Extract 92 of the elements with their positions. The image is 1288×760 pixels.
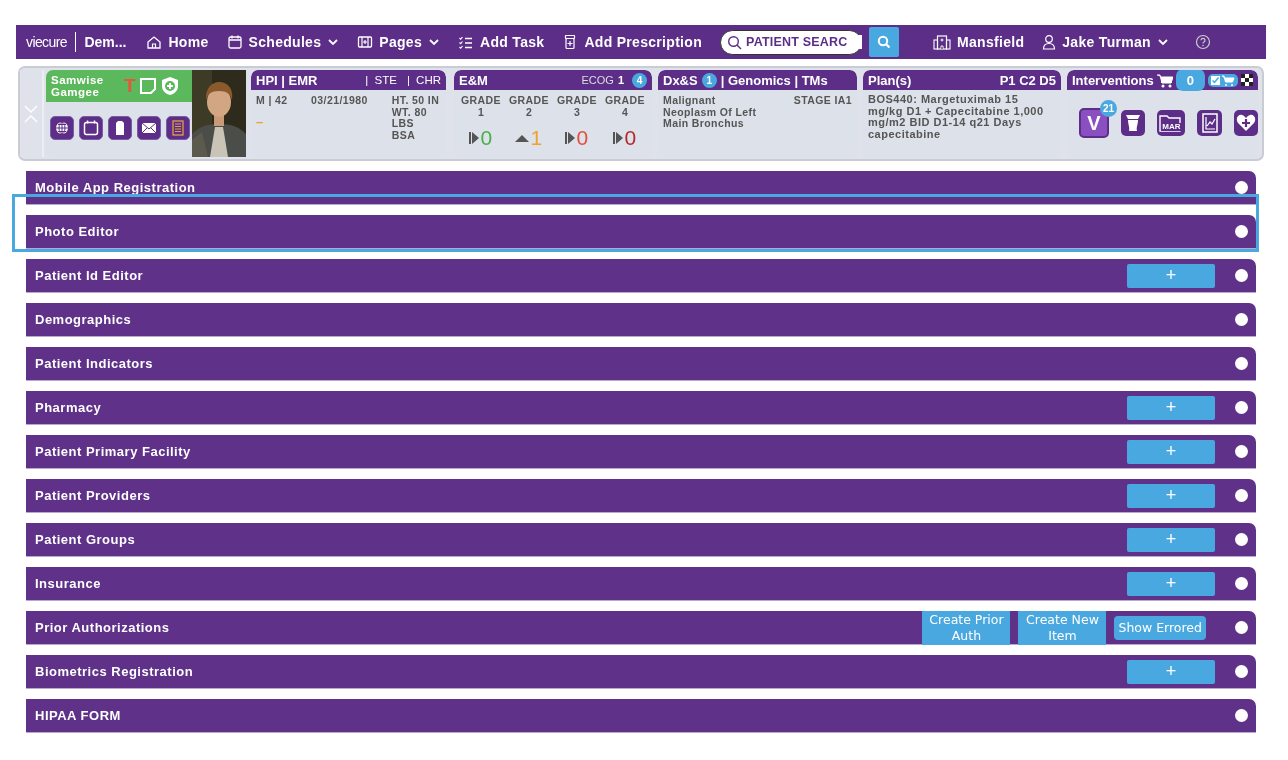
- user-menu[interactable]: Jake Turman: [1042, 34, 1169, 50]
- chevron-down-icon: [428, 36, 441, 48]
- stage-label: STAGE IA1: [793, 95, 852, 108]
- status-dot: [1235, 577, 1248, 590]
- status-dot: [1235, 621, 1248, 634]
- grade-label: GRADE 4: [604, 95, 646, 119]
- checklist-icon: [458, 34, 475, 50]
- mar-folder-button[interactable]: MAR: [1157, 110, 1186, 136]
- status-dot: [1235, 269, 1248, 282]
- card-tab[interactable]: | CHR: [406, 74, 441, 86]
- count-badge: 4: [632, 72, 647, 88]
- status-dot: [1235, 313, 1248, 326]
- flag-letter: T: [124, 76, 137, 96]
- status-dot: [1235, 533, 1248, 546]
- calendar-icon[interactable]: [79, 116, 103, 140]
- status-dot: [1235, 709, 1248, 722]
- grade-label: GRADE 3: [556, 95, 598, 119]
- status-dot: [1235, 357, 1248, 370]
- document-icon[interactable]: [166, 116, 190, 140]
- diagnosis-text: Malignant Neoplasm Of Left Main Bronchus: [663, 95, 758, 130]
- section-header[interactable]: Photo Editor: [26, 215, 1256, 249]
- person-icon: [1042, 34, 1057, 50]
- section-header[interactable]: Demographics: [26, 303, 1256, 337]
- mortar-pestle-icon[interactable]: [1121, 110, 1146, 136]
- search-field[interactable]: PATIENT SEARC: [720, 29, 862, 55]
- nav-item[interactable]: Home: [146, 34, 209, 50]
- card-title[interactable]: Plan(s): [868, 72, 996, 88]
- status-dot: [1235, 445, 1248, 458]
- steady-arrow-icon: [613, 129, 624, 146]
- page-icon: [357, 34, 374, 50]
- drug-name: capecitabine: [868, 128, 942, 141]
- chevron-down-icon: [1156, 36, 1169, 48]
- search-button[interactable]: [869, 27, 899, 57]
- status-dot: [1235, 225, 1248, 238]
- section-header[interactable]: Patient Primary Facility +: [26, 435, 1256, 469]
- card-links[interactable]: | Genomics | TMs: [720, 72, 828, 88]
- checkered-flag-icon[interactable]: [1241, 74, 1253, 86]
- steady-arrow-icon: [469, 129, 480, 146]
- card-title[interactable]: HPI | EMR: [256, 72, 356, 88]
- nav-item[interactable]: Add Prescription: [562, 34, 702, 50]
- status-dot: [1235, 181, 1248, 194]
- home-icon: [146, 34, 163, 50]
- status-dot: [1235, 489, 1248, 502]
- search-icon: [727, 34, 742, 50]
- dash-mark: –: [256, 114, 265, 129]
- section-header[interactable]: Insurance +: [26, 567, 1256, 601]
- section-header[interactable]: Patient Groups +: [26, 523, 1256, 557]
- grade-label: GRADE 2: [508, 95, 550, 119]
- vital-sign: WT. 80 LBS: [391, 106, 428, 130]
- status-dot: [1235, 665, 1248, 678]
- status-dot: [1235, 401, 1248, 414]
- practice-name: Dem...: [84, 34, 127, 50]
- chart-report-icon[interactable]: [1197, 110, 1222, 136]
- birth-date: 03/21/1980: [311, 95, 369, 107]
- building-icon: [933, 34, 951, 50]
- cart-count: 0: [1175, 70, 1205, 91]
- section-header[interactable]: HIPAA FORM: [26, 699, 1256, 733]
- count-badge: 21: [1100, 100, 1117, 117]
- tag-icon[interactable]: [108, 116, 132, 140]
- ecog-value: 1: [617, 74, 624, 86]
- cart-icon[interactable]: [1156, 72, 1173, 88]
- grade-count[interactable]: 0: [624, 126, 637, 150]
- ecog-label: ECOG: [581, 74, 614, 86]
- checked-cart-icon[interactable]: [1208, 72, 1238, 88]
- grade-label: GRADE 1: [460, 95, 502, 119]
- card-title[interactable]: Dx&S: [663, 72, 698, 88]
- nav-item[interactable]: Schedules: [226, 34, 340, 50]
- globe-icon[interactable]: [50, 116, 74, 140]
- vital-sign: BSA: [391, 129, 417, 142]
- chevron-down-icon: [327, 36, 340, 48]
- sex-age: M | 42: [256, 95, 289, 107]
- logo[interactable]: viecure: [26, 34, 67, 50]
- section-header[interactable]: Biometrics Registration +: [26, 655, 1256, 689]
- calendar-icon: [226, 34, 243, 50]
- vital-sign: HT. 50 IN: [391, 95, 441, 107]
- card-title[interactable]: Interventions: [1072, 72, 1154, 88]
- section-header[interactable]: Mobile App Registration: [26, 171, 1256, 205]
- nav-item[interactable]: Add Task: [458, 34, 545, 50]
- card-title[interactable]: E&M: [459, 72, 578, 88]
- card-tab[interactable]: | STE: [365, 74, 397, 86]
- count-badge: 1: [701, 72, 717, 88]
- section-header[interactable]: Pharmacy +: [26, 391, 1256, 425]
- section-header[interactable]: Patient Indicators: [26, 347, 1256, 381]
- section-header[interactable]: Patient Providers +: [26, 479, 1256, 513]
- steady-arrow-icon: [565, 129, 576, 146]
- section-header[interactable]: Patient Id Editor +: [26, 259, 1256, 293]
- nav-item[interactable]: Pages: [357, 34, 441, 50]
- envelope-icon[interactable]: [137, 116, 161, 140]
- facility-button[interactable]: Mansfield: [933, 34, 1025, 50]
- heart-plus-icon[interactable]: [1233, 110, 1258, 136]
- plan-codes: P1 C2 D5: [999, 72, 1056, 88]
- search-icon: [877, 35, 891, 49]
